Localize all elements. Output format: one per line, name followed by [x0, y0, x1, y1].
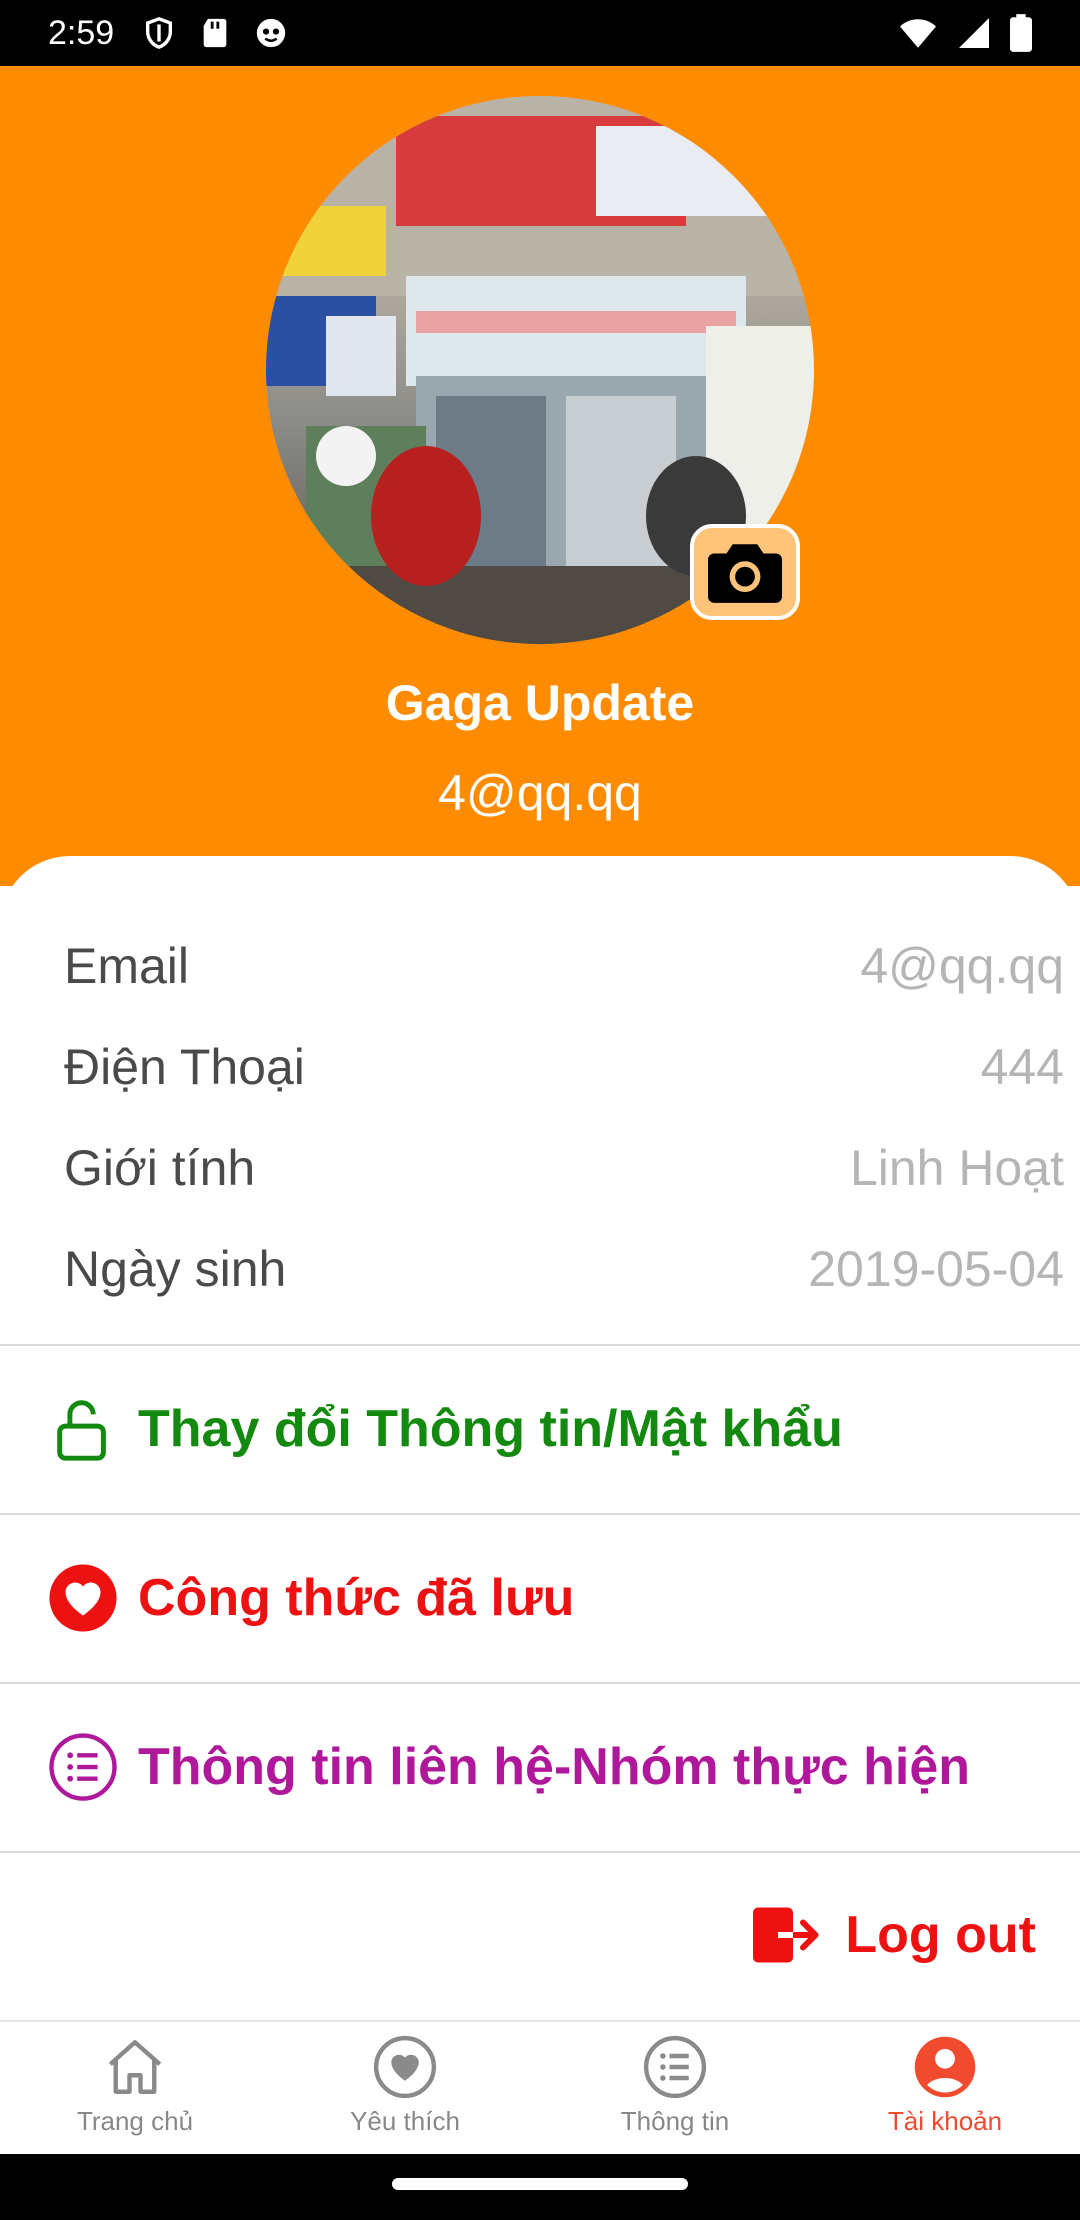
- logout-label: Log out: [845, 1906, 1036, 1964]
- info-row-email: Email 4@qq.qq: [64, 916, 1064, 1016]
- nav-item-info[interactable]: Thông tin: [540, 2022, 810, 2154]
- contact-info-label: Thông tin liên hệ-Nhóm thực hiện: [138, 1738, 971, 1796]
- change-info-label: Thay đổi Thông tin/Mật khẩu: [138, 1400, 843, 1458]
- home-icon: [108, 2040, 162, 2094]
- change-info-button[interactable]: Thay đổi Thông tin/Mật khẩu: [0, 1346, 1080, 1512]
- info-value: 444: [980, 1039, 1064, 1095]
- user-name: Gaga Update: [385, 675, 695, 731]
- wifi-icon: [900, 19, 936, 48]
- camera-icon: [708, 544, 782, 603]
- signal-icon: [959, 18, 989, 48]
- account-icon: [914, 2036, 976, 2098]
- unlock-icon: [57, 1400, 106, 1461]
- home-gesture-bar[interactable]: [392, 2178, 688, 2190]
- status-bar: 2:59: [0, 0, 1080, 66]
- info-row-phone: Điện Thoại 444: [64, 1017, 1064, 1117]
- nav-item-home[interactable]: Trang chủ: [0, 2022, 270, 2154]
- app-notification-icon: [257, 18, 286, 48]
- info-value: 2019-05-04: [808, 1241, 1064, 1297]
- battery-icon: [1010, 14, 1032, 52]
- info-label: Ngày sinh: [64, 1241, 287, 1297]
- info-label: Điện Thoại: [64, 1039, 305, 1095]
- heart-circle-icon: [49, 1564, 117, 1632]
- nav-item-favorites[interactable]: Yêu thích: [270, 2022, 540, 2154]
- saved-recipes-label: Công thức đã lưu: [138, 1569, 575, 1627]
- system-nav-bar: [0, 2154, 1080, 2220]
- divider: [0, 1851, 1080, 1853]
- info-row-birthday: Ngày sinh 2019-05-04: [64, 1219, 1064, 1319]
- nav-label: Thông tin: [620, 2106, 730, 2136]
- contact-info-button[interactable]: Thông tin liên hệ-Nhóm thực hiện: [0, 1684, 1080, 1850]
- logout-icon: [753, 1907, 819, 1963]
- info-value: 4@qq.qq: [860, 938, 1064, 994]
- list-icon: [643, 2035, 707, 2099]
- saved-recipes-button[interactable]: Công thức đã lưu: [0, 1515, 1080, 1681]
- nav-label: Tài khoản: [887, 2106, 1003, 2136]
- bottom-nav: Trang chủ Yêu thích Thông tin Tài khoản: [0, 2020, 1080, 2154]
- change-avatar-button[interactable]: [690, 524, 800, 620]
- user-email: 4@qq.qq: [438, 765, 642, 821]
- shield-icon: [146, 17, 173, 49]
- heart-icon: [373, 2035, 437, 2099]
- nav-label: Trang chủ: [76, 2106, 194, 2136]
- sd-card-icon: [203, 18, 227, 48]
- status-time: 2:59: [48, 13, 115, 52]
- nav-item-account[interactable]: Tài khoản: [810, 2022, 1080, 2154]
- list-circle-icon: [49, 1733, 117, 1801]
- info-label: Email: [64, 938, 190, 994]
- profile-header: Gaga Update 4@qq.qq: [0, 66, 1080, 886]
- info-row-gender: Giới tính Linh Hoạt: [64, 1118, 1064, 1218]
- nav-label: Yêu thích: [350, 2106, 460, 2136]
- logout-button[interactable]: Log out: [753, 1900, 1036, 1970]
- info-label: Giới tính: [64, 1140, 256, 1196]
- info-value: Linh Hoạt: [849, 1140, 1064, 1196]
